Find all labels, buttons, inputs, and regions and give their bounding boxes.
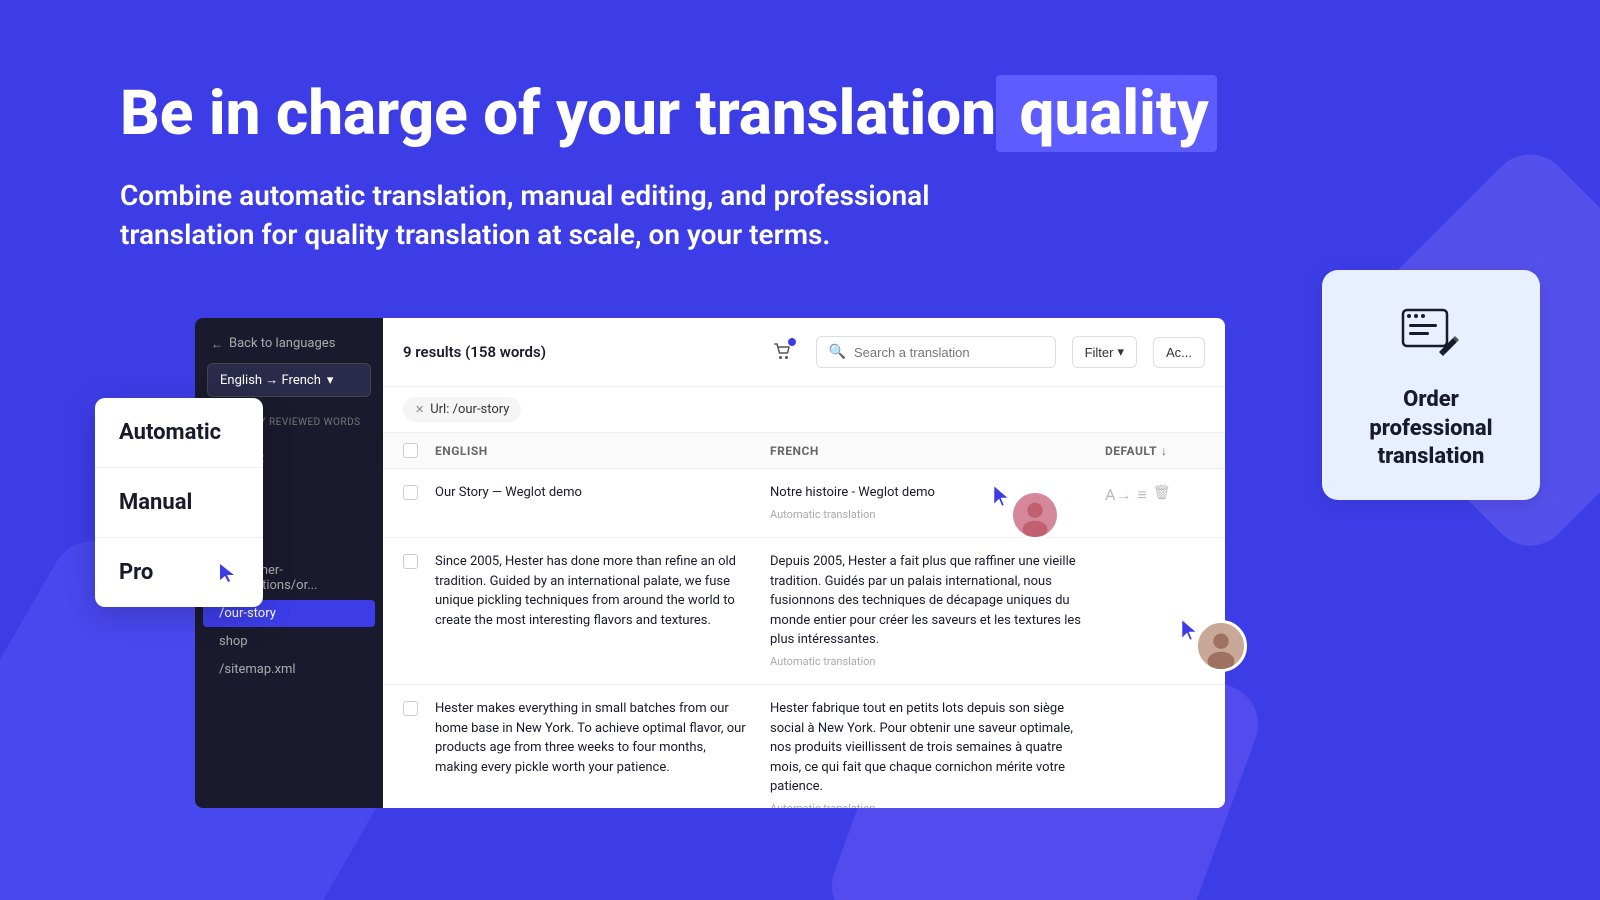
select-all-checkbox[interactable] xyxy=(403,443,418,458)
action-label: Ac... xyxy=(1166,345,1192,360)
row-checkbox-3[interactable] xyxy=(403,699,435,716)
ui-window: ← Back to languages English → French ▾ M… xyxy=(195,318,1225,808)
french-text-3: Hester fabrique tout en petits lots depu… xyxy=(770,699,1085,797)
row-checkbox-1[interactable] xyxy=(403,483,435,500)
avatar-face-2 xyxy=(1198,623,1244,669)
cart-notification-dot xyxy=(788,338,796,346)
row-actions-1: A→ ≡ 🗑 xyxy=(1105,483,1205,505)
table-body: Our Story — Weglot demo Notre histoire -… xyxy=(383,469,1225,808)
header-french: FRENCH xyxy=(770,444,1105,458)
english-text-3: Hester makes everything in small batches… xyxy=(435,699,750,777)
table-row: Hester makes everything in small batches… xyxy=(383,685,1225,808)
order-card-label: Order professional translation xyxy=(1346,386,1516,472)
cursor-icon-1 xyxy=(990,484,1014,508)
cursor-icon xyxy=(217,562,239,584)
cursor-icon-2 xyxy=(1178,618,1202,642)
language-selector-button[interactable]: English → French ▾ xyxy=(207,363,371,397)
checkbox-2[interactable] xyxy=(403,554,418,569)
filter-label: Filter xyxy=(1085,345,1114,360)
filter-tag-label: Url: /our-story xyxy=(430,402,509,417)
row-english-3: Hester makes everything in small batches… xyxy=(435,699,770,777)
english-text-2: Since 2005, Hester has done more than re… xyxy=(435,552,750,630)
results-count: 9 results (158 words) xyxy=(403,343,546,361)
search-input[interactable] xyxy=(854,345,1043,360)
filter-row: ✕ Url: /our-story xyxy=(383,387,1225,433)
avatar-face-1 xyxy=(1013,493,1057,537)
avatar-2 xyxy=(1195,620,1247,672)
row-actions-2 xyxy=(1105,552,1205,554)
translation-type-dropdown: Automatic Manual Pro xyxy=(95,398,263,607)
translate-icon-1[interactable]: A→ xyxy=(1105,485,1131,505)
order-professional-translation-card[interactable]: Order professional translation xyxy=(1322,270,1540,500)
chevron-down-icon: ▾ xyxy=(327,373,334,388)
hero-title-text: Be in charge of your translation xyxy=(120,77,996,150)
user-avatar-image-1 xyxy=(1013,492,1057,538)
filter-tag-url[interactable]: ✕ Url: /our-story xyxy=(403,397,521,422)
action-button[interactable]: Ac... xyxy=(1153,337,1205,368)
row-english-2: Since 2005, Hester has done more than re… xyxy=(435,552,770,630)
dropdown-automatic[interactable]: Automatic xyxy=(95,398,263,468)
header-default: DEFAULT ↓ xyxy=(1105,444,1205,458)
header-english: ENGLISH xyxy=(435,444,770,458)
back-arrow-icon: ← xyxy=(211,337,223,351)
hero-subtitle: Combine automatic translation, manual ed… xyxy=(120,176,1220,254)
english-text-1: Our Story — Weglot demo xyxy=(435,483,750,503)
dropdown-pro[interactable]: Pro xyxy=(95,538,263,607)
close-icon: ✕ xyxy=(415,403,424,416)
row-actions-3 xyxy=(1105,699,1205,701)
hero-title: Be in charge of your translation quality xyxy=(120,80,1220,148)
auto-label-3: Automatic translation xyxy=(770,801,1085,809)
dropdown-manual[interactable]: Manual xyxy=(95,468,263,538)
checkbox-1[interactable] xyxy=(403,485,418,500)
back-label: Back to languages xyxy=(229,336,335,351)
translation-card-icon xyxy=(1399,302,1463,366)
user-avatar-image-2 xyxy=(1198,622,1244,670)
row-french-3: Hester fabrique tout en petits lots depu… xyxy=(770,699,1105,808)
chevron-down-icon: ▾ xyxy=(1117,344,1124,360)
row-french-2: Depuis 2005, Hester a fait plus que raff… xyxy=(770,552,1105,670)
menu-icon-1[interactable]: ≡ xyxy=(1137,485,1146,505)
sort-icon[interactable]: ↓ xyxy=(1161,444,1168,458)
back-to-languages[interactable]: ← Back to languages xyxy=(195,318,383,363)
filter-button[interactable]: Filter ▾ xyxy=(1072,336,1137,368)
main-panel: 9 results (158 words) 🔍 Filter ▾ Ac... xyxy=(383,318,1225,808)
table-row: Our Story — Weglot demo Notre histoire -… xyxy=(383,469,1225,538)
row-checkbox-2[interactable] xyxy=(403,552,435,569)
sidebar-url-shop[interactable]: shop xyxy=(203,628,375,655)
search-box: 🔍 xyxy=(816,336,1056,368)
pro-label: Pro xyxy=(119,560,153,585)
hero-section: Be in charge of your translation quality… xyxy=(0,0,1600,255)
french-text-2: Depuis 2005, Hester a fait plus que raff… xyxy=(770,552,1085,650)
table-header: ENGLISH FRENCH DEFAULT ↓ xyxy=(383,433,1225,469)
avatar-1 xyxy=(1010,490,1060,540)
default-label: DEFAULT xyxy=(1105,444,1157,458)
automatic-label: Automatic xyxy=(119,420,221,445)
sidebar-url-sitemap[interactable]: /sitemap.xml xyxy=(203,656,375,683)
auto-label-2: Automatic translation xyxy=(770,654,1085,671)
cursor-1-wrapper xyxy=(990,484,1014,512)
lang-label: English → French xyxy=(220,372,321,388)
hero-title-highlight: quality xyxy=(996,75,1217,152)
search-icon: 🔍 xyxy=(829,344,846,360)
row-english-1: Our Story — Weglot demo xyxy=(435,483,770,503)
manual-label: Manual xyxy=(119,490,192,515)
toolbar: 9 results (158 words) 🔍 Filter ▾ Ac... xyxy=(383,318,1225,387)
cursor-2-wrapper xyxy=(1178,618,1202,646)
table-row: Since 2005, Hester has done more than re… xyxy=(383,538,1225,685)
delete-icon-1[interactable]: 🗑 xyxy=(1153,485,1171,501)
header-checkbox[interactable] xyxy=(403,443,435,458)
checkbox-3[interactable] xyxy=(403,701,418,716)
cart-button[interactable] xyxy=(764,334,800,370)
